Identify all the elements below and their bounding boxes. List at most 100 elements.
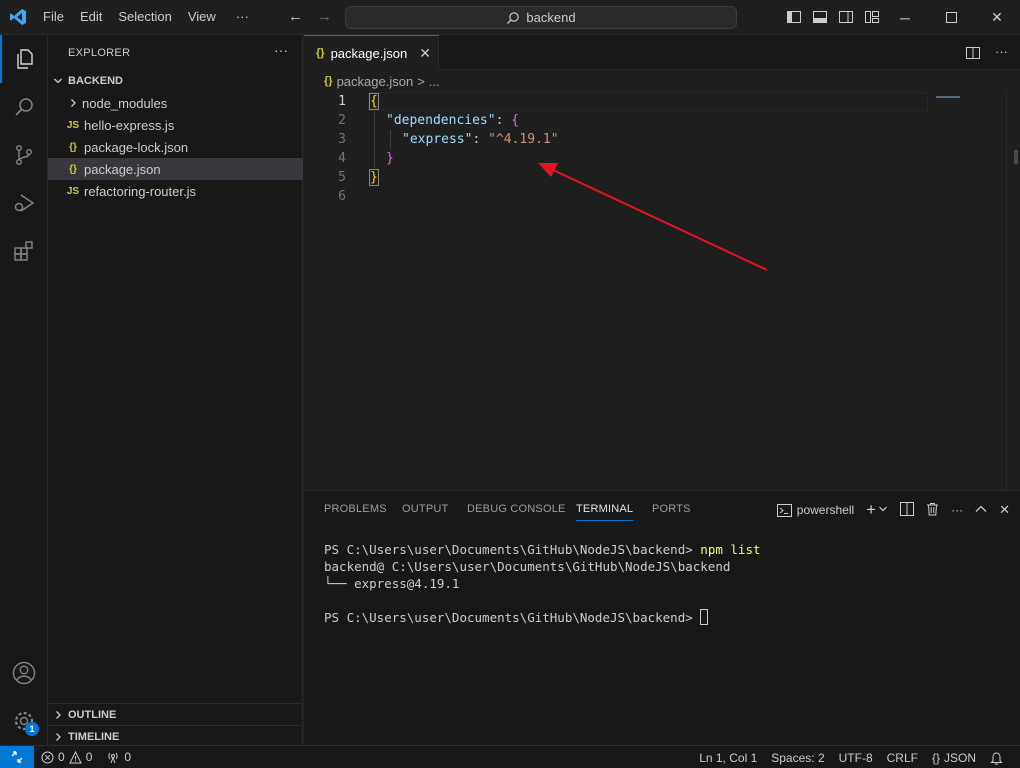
minimize-window-icon[interactable]: ─: [882, 0, 928, 35]
toggle-panel-icon[interactable]: [812, 9, 828, 25]
close-brace: }: [369, 169, 379, 186]
trash-icon[interactable]: [926, 502, 939, 519]
line-number: 3: [338, 132, 346, 147]
timeline-section-header[interactable]: TIMELINE: [48, 725, 303, 747]
tab-package-json[interactable]: {} package.json ✕: [304, 35, 439, 70]
cursor-position[interactable]: Ln 1, Col 1: [692, 751, 764, 765]
manage-gear-icon[interactable]: 1: [0, 697, 48, 745]
new-terminal-icon[interactable]: +: [866, 500, 876, 520]
chevron-down-icon: [48, 76, 68, 86]
menu-file[interactable]: File: [35, 6, 72, 28]
open-brace: {: [511, 113, 520, 128]
toggle-primary-sidebar-icon[interactable]: [786, 9, 802, 25]
sidebar-title: EXPLORER: [68, 47, 131, 59]
command-center-search[interactable]: backend: [345, 6, 737, 29]
menu-bar: File Edit Selection View ···: [35, 6, 257, 28]
panel-tab-terminal[interactable]: TERMINAL: [576, 503, 634, 521]
language-label: JSON: [943, 750, 976, 765]
panel-tab-ports[interactable]: PORTS: [652, 503, 691, 515]
folder-header-backend[interactable]: BACKEND: [48, 70, 303, 92]
close-tab-icon[interactable]: ✕: [419, 45, 431, 62]
more-actions-icon[interactable]: ···: [995, 45, 1008, 64]
menu-edit[interactable]: Edit: [72, 6, 110, 28]
chevron-down-icon[interactable]: [878, 503, 888, 517]
broadcast-icon: [108, 752, 118, 763]
language-mode[interactable]: {} JSON: [925, 751, 983, 765]
search-icon[interactable]: [0, 83, 48, 131]
close-panel-icon[interactable]: ✕: [999, 502, 1010, 518]
panel-tab-output[interactable]: OUTPUT: [402, 503, 448, 515]
scrollbar-marker: [1014, 150, 1018, 164]
json-file-icon: {}: [69, 141, 77, 153]
terminal-line[interactable]: PS C:\Users\user\Documents\GitHub\NodeJS…: [324, 609, 709, 626]
tree-item-label: package.json: [84, 161, 161, 177]
title-bar: File Edit Selection View ··· ← → backend…: [0, 0, 1020, 35]
ports-status[interactable]: 0: [99, 750, 138, 764]
maximize-window-icon[interactable]: [928, 0, 974, 35]
eol-status[interactable]: CRLF: [880, 751, 925, 765]
panel-tab-problems[interactable]: PROBLEMS: [324, 503, 387, 515]
code-line-3: "express": "^4.19.1": [402, 130, 559, 149]
tree-item-node-modules[interactable]: node_modules: [48, 92, 303, 114]
terminal-shell-selector[interactable]: powershell: [776, 503, 854, 517]
breadcrumb-file[interactable]: package.json: [337, 74, 414, 89]
extensions-icon[interactable]: [0, 227, 48, 275]
tree-item-label: hello-express.js: [84, 117, 175, 133]
chevron-right-icon: [64, 98, 82, 108]
encoding-status[interactable]: UTF-8: [832, 751, 880, 765]
split-editor-icon[interactable]: [965, 45, 981, 64]
explorer-more-actions[interactable]: ···: [274, 42, 288, 58]
warning-count: 0: [85, 750, 93, 764]
maximize-panel-icon[interactable]: [975, 503, 987, 517]
minimap[interactable]: [936, 96, 960, 98]
go-back-icon[interactable]: ←: [288, 8, 303, 26]
ports-count: 0: [124, 750, 132, 764]
code-line-5: }: [369, 168, 379, 187]
terminal-prompt: PS C:\Users\user\Documents\GitHub\NodeJS…: [324, 542, 701, 557]
line-number: 1: [338, 94, 346, 109]
json-key: "express": [402, 132, 473, 147]
go-forward-icon[interactable]: →: [317, 8, 332, 26]
menu-more[interactable]: ···: [228, 6, 257, 28]
editor-tab-bar: {} package.json ✕ ···: [304, 35, 1020, 70]
bottom-panel: PROBLEMS OUTPUT DEBUG CONSOLE TERMINAL P…: [304, 490, 1020, 745]
manage-badge: 1: [25, 722, 39, 736]
error-count: 0: [58, 750, 65, 764]
tree-item-hello-express[interactable]: JS hello-express.js: [48, 114, 303, 136]
indent-guide: [374, 111, 375, 168]
js-file-icon: JS: [66, 185, 80, 197]
remote-indicator-icon[interactable]: [0, 745, 34, 768]
customize-layout-icon[interactable]: [864, 9, 880, 25]
open-brace: {: [369, 93, 379, 110]
explorer-sidebar: EXPLORER ··· BACKEND node_modules JS hel…: [48, 35, 303, 745]
breadcrumb-more[interactable]: ...: [429, 74, 440, 89]
tree-item-package-json[interactable]: {} package.json: [48, 158, 303, 180]
error-icon: [41, 751, 54, 763]
tab-label: package.json: [330, 45, 408, 61]
toggle-secondary-sidebar-icon[interactable]: [838, 9, 854, 25]
menu-selection[interactable]: Selection: [110, 6, 179, 28]
run-debug-icon[interactable]: [0, 179, 48, 227]
problems-status[interactable]: 0 0: [34, 750, 99, 764]
indentation-status[interactable]: Spaces: 2: [764, 751, 831, 765]
more-actions-icon[interactable]: ···: [951, 503, 963, 517]
breadcrumb-separator: >: [417, 73, 425, 89]
vscode-logo-icon: [0, 0, 35, 35]
breadcrumb: {} package.json > ...: [304, 70, 1020, 92]
outline-section-header[interactable]: OUTLINE: [48, 703, 303, 725]
tree-item-package-lock[interactable]: {} package-lock.json: [48, 136, 303, 158]
menu-view[interactable]: View: [180, 6, 224, 28]
terminal-output-line: └── express@4.19.1: [324, 576, 460, 591]
panel-tab-debug-console[interactable]: DEBUG CONSOLE: [467, 503, 566, 515]
split-terminal-icon[interactable]: [900, 501, 915, 519]
notifications-bell-icon[interactable]: [983, 751, 1010, 765]
terminal-line: PS C:\Users\user\Documents\GitHub\NodeJS…: [324, 541, 761, 558]
tree-item-refactoring-router[interactable]: JS refactoring-router.js: [48, 180, 303, 202]
source-control-icon[interactable]: [0, 131, 48, 179]
close-window-icon[interactable]: ✕: [974, 0, 1020, 35]
tree-item-label: refactoring-router.js: [84, 183, 196, 199]
code-editor[interactable]: 1 2 3 4 5 6 { "dependencies": { "express…: [304, 92, 1020, 490]
tree-item-label: package-lock.json: [84, 139, 189, 155]
explorer-icon[interactable]: [0, 35, 48, 83]
accounts-icon[interactable]: [0, 649, 48, 697]
